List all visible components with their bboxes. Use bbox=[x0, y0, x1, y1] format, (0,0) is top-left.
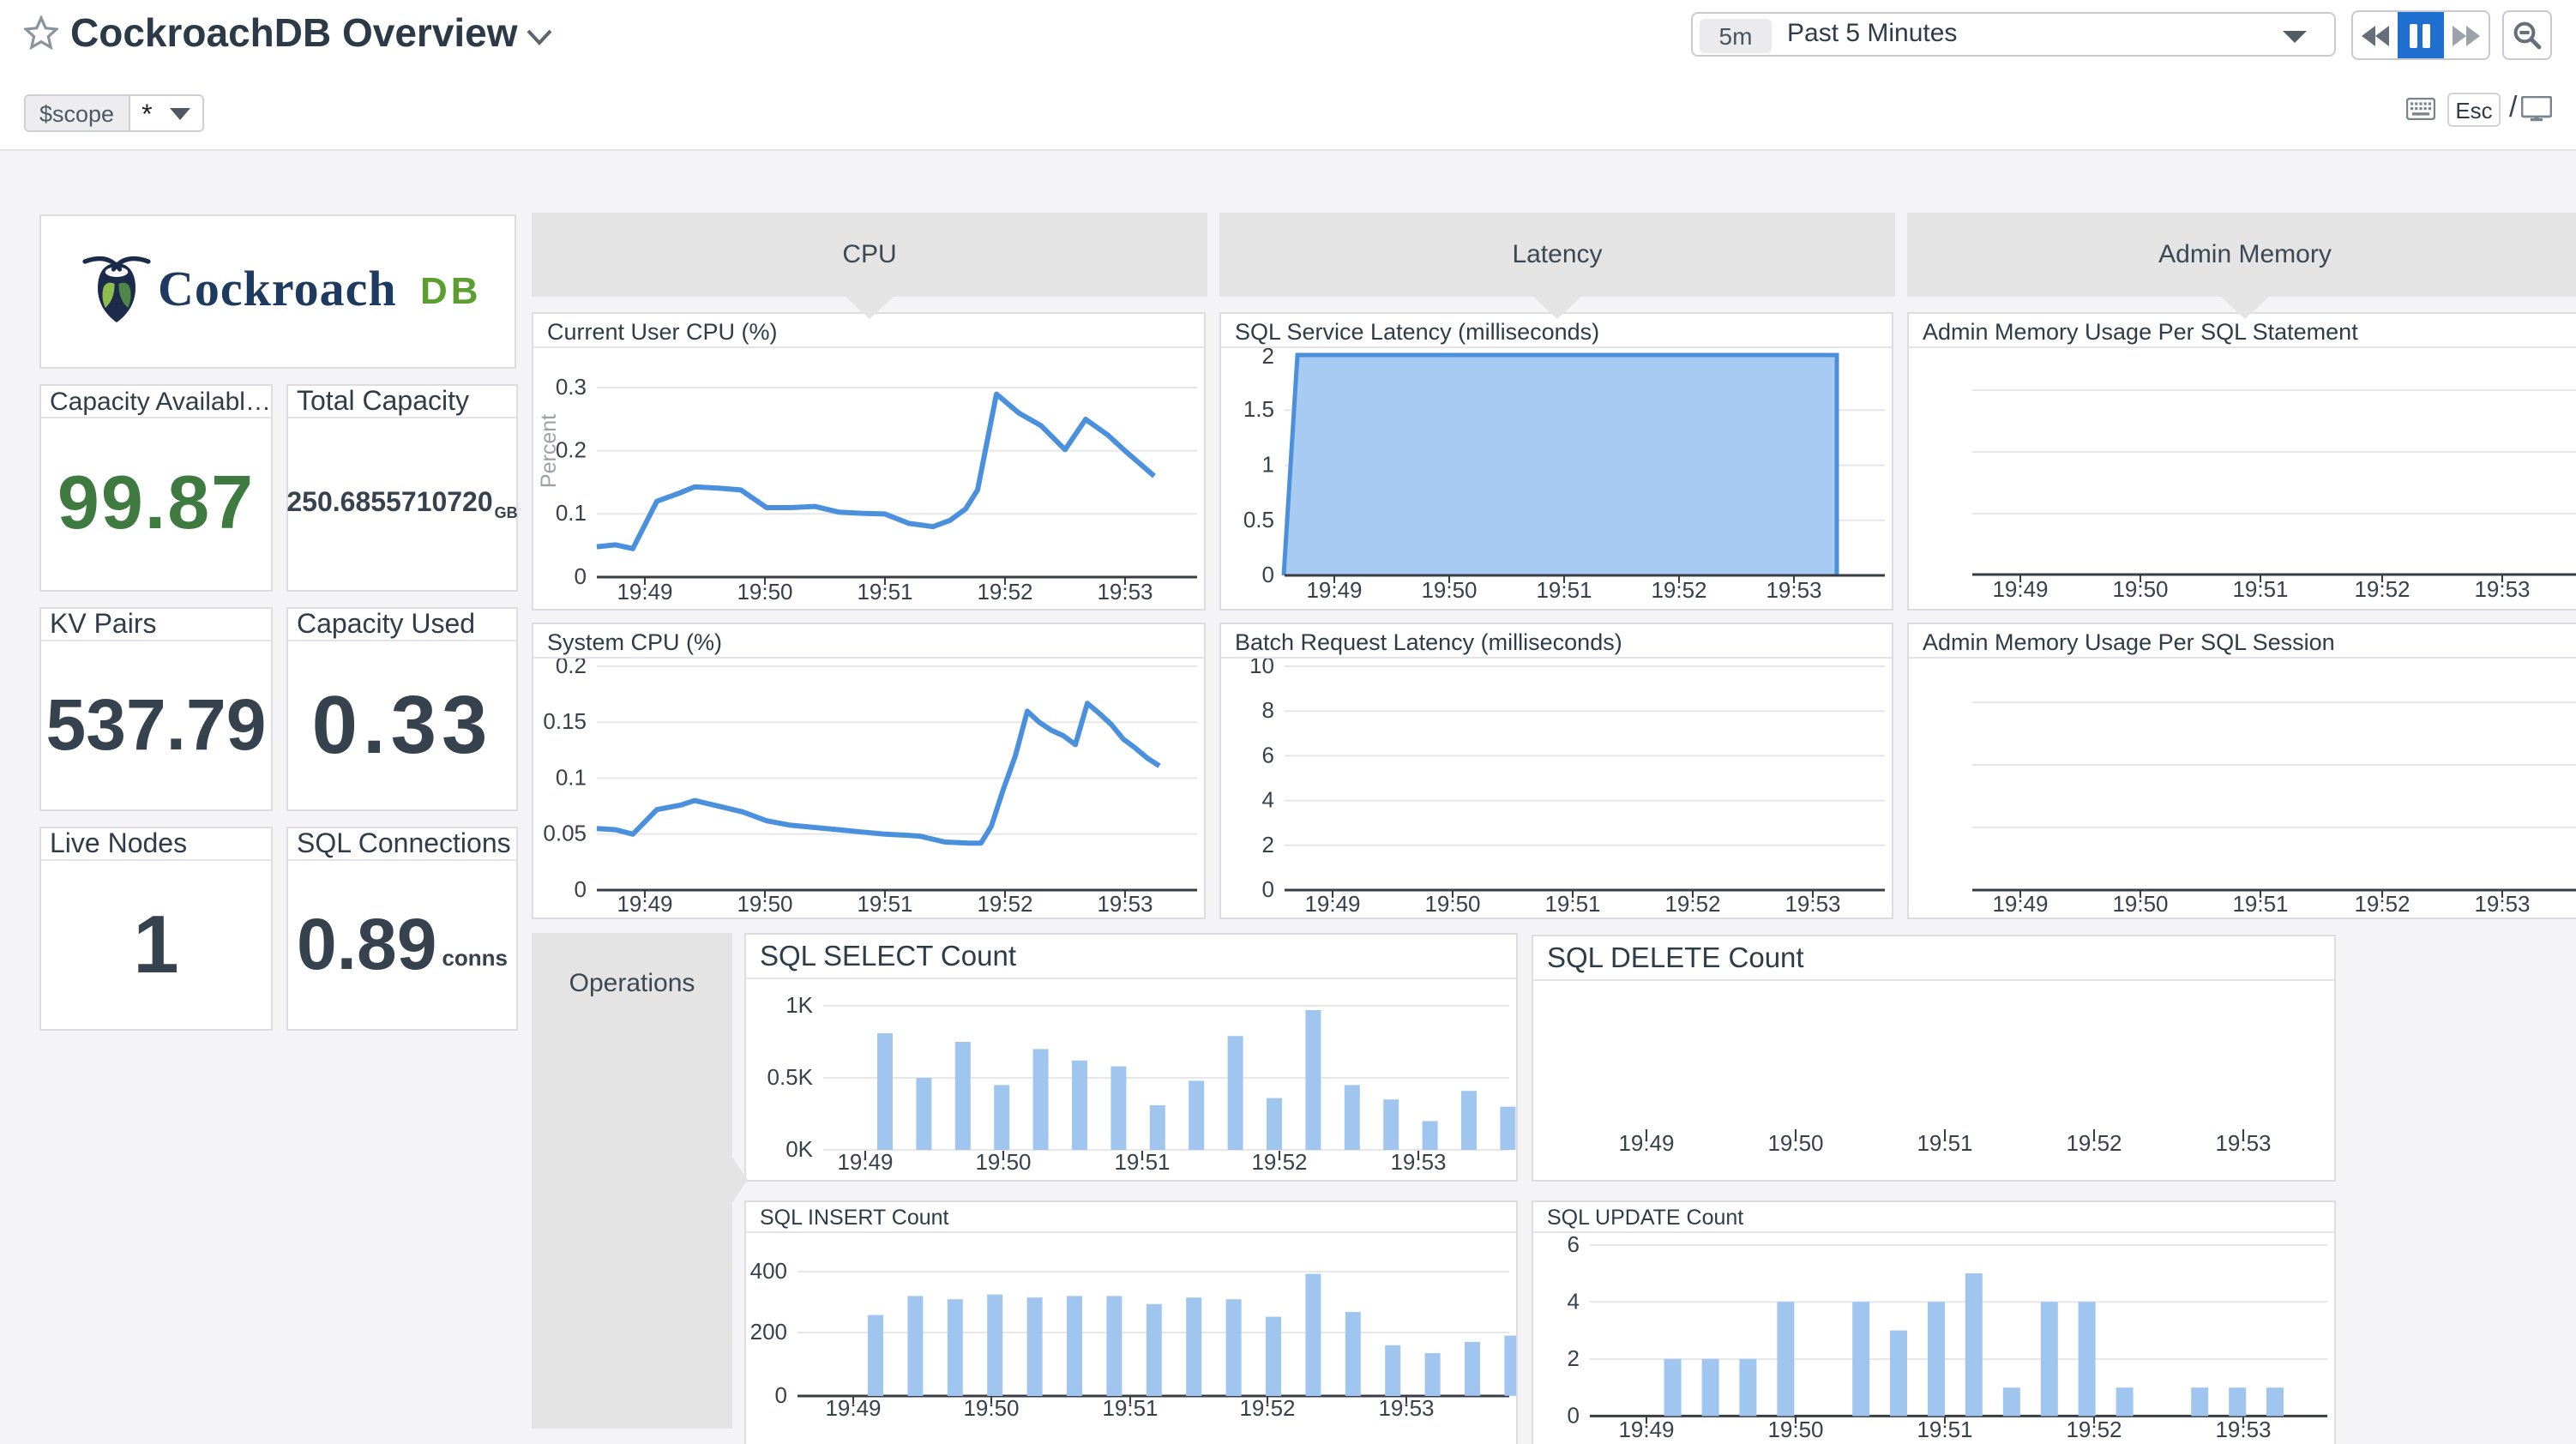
svg-text:19:53: 19:53 bbox=[1097, 891, 1153, 917]
svg-text:0: 0 bbox=[1262, 876, 1274, 902]
svg-text:19:52: 19:52 bbox=[1251, 1149, 1307, 1175]
svg-text:19:49: 19:49 bbox=[825, 1395, 881, 1421]
svg-text:19:52: 19:52 bbox=[2066, 1417, 2122, 1442]
svg-text:19:52: 19:52 bbox=[1664, 891, 1720, 917]
svg-text:0: 0 bbox=[575, 876, 587, 902]
svg-text:19:50: 19:50 bbox=[975, 1149, 1031, 1175]
svg-text:1K: 1K bbox=[785, 992, 813, 1018]
svg-text:19:49: 19:49 bbox=[1992, 576, 2048, 602]
svg-text:19:52: 19:52 bbox=[2354, 891, 2410, 917]
svg-text:19:53: 19:53 bbox=[1766, 577, 1821, 603]
svg-text:19:51: 19:51 bbox=[1544, 891, 1600, 917]
svg-text:19:51: 19:51 bbox=[1102, 1395, 1158, 1421]
svg-text:0.2: 0.2 bbox=[556, 437, 587, 463]
svg-text:19:49: 19:49 bbox=[1618, 1417, 1674, 1442]
svg-text:1: 1 bbox=[1262, 452, 1274, 478]
svg-text:19:49: 19:49 bbox=[617, 891, 672, 917]
svg-text:19:53: 19:53 bbox=[1097, 579, 1153, 605]
svg-text:2: 2 bbox=[1262, 832, 1274, 857]
svg-text:8: 8 bbox=[1262, 697, 1274, 723]
svg-text:6: 6 bbox=[1568, 1231, 1580, 1257]
svg-text:19:50: 19:50 bbox=[2112, 891, 2168, 917]
svg-text:19:51: 19:51 bbox=[1536, 577, 1592, 603]
svg-text:19:49: 19:49 bbox=[1992, 891, 2048, 917]
svg-text:19:51: 19:51 bbox=[2232, 576, 2288, 602]
svg-text:0: 0 bbox=[1568, 1402, 1580, 1428]
svg-text:19:53: 19:53 bbox=[2215, 1417, 2271, 1442]
svg-text:19:52: 19:52 bbox=[1651, 577, 1706, 603]
svg-text:19:52: 19:52 bbox=[977, 891, 1032, 917]
svg-text:19:52: 19:52 bbox=[2354, 576, 2410, 602]
svg-text:0.5: 0.5 bbox=[1243, 507, 1274, 532]
svg-text:0.1: 0.1 bbox=[556, 500, 587, 526]
svg-text:19:50: 19:50 bbox=[1421, 577, 1477, 603]
svg-text:19:53: 19:53 bbox=[1785, 891, 1840, 917]
svg-text:4: 4 bbox=[1568, 1288, 1580, 1314]
svg-text:0.05: 0.05 bbox=[543, 821, 587, 846]
svg-text:19:49: 19:49 bbox=[1306, 577, 1362, 603]
svg-text:400: 400 bbox=[750, 1258, 787, 1284]
svg-text:19:50: 19:50 bbox=[737, 579, 792, 605]
svg-text:19:50: 19:50 bbox=[1767, 1130, 1823, 1156]
svg-text:19:51: 19:51 bbox=[1917, 1417, 1972, 1442]
svg-text:19:53: 19:53 bbox=[1378, 1395, 1434, 1421]
svg-text:6: 6 bbox=[1262, 742, 1274, 767]
svg-text:19:51: 19:51 bbox=[1917, 1130, 1972, 1156]
svg-text:19:49: 19:49 bbox=[1304, 891, 1360, 917]
svg-text:200: 200 bbox=[750, 1319, 787, 1345]
svg-text:19:51: 19:51 bbox=[857, 891, 912, 917]
svg-text:19:49: 19:49 bbox=[617, 579, 672, 605]
svg-text:0.15: 0.15 bbox=[543, 708, 587, 734]
svg-text:19:49: 19:49 bbox=[1618, 1130, 1674, 1156]
svg-text:4: 4 bbox=[1262, 787, 1274, 813]
svg-text:19:52: 19:52 bbox=[1239, 1395, 1295, 1421]
svg-text:0: 0 bbox=[1262, 562, 1274, 587]
svg-text:19:51: 19:51 bbox=[857, 579, 912, 605]
svg-text:DB: DB bbox=[420, 270, 482, 312]
svg-text:0: 0 bbox=[775, 1382, 787, 1408]
svg-text:19:52: 19:52 bbox=[977, 579, 1032, 605]
svg-text:19:50: 19:50 bbox=[1424, 891, 1480, 917]
svg-text:0: 0 bbox=[575, 563, 587, 589]
svg-text:0K: 0K bbox=[785, 1136, 813, 1162]
svg-text:19:50: 19:50 bbox=[1767, 1417, 1823, 1442]
svg-text:19:51: 19:51 bbox=[2232, 891, 2288, 917]
svg-text:1.5: 1.5 bbox=[1243, 396, 1274, 422]
svg-text:0.3: 0.3 bbox=[556, 374, 587, 400]
svg-text:19:50: 19:50 bbox=[2112, 576, 2168, 602]
svg-text:19:50: 19:50 bbox=[963, 1395, 1019, 1421]
svg-text:Cockroach: Cockroach bbox=[158, 261, 397, 316]
svg-text:0.1: 0.1 bbox=[556, 764, 587, 790]
svg-text:19:49: 19:49 bbox=[837, 1149, 893, 1175]
svg-text:2: 2 bbox=[1568, 1345, 1580, 1371]
svg-text:19:53: 19:53 bbox=[2474, 576, 2530, 602]
svg-text:19:51: 19:51 bbox=[1114, 1149, 1170, 1175]
svg-text:19:50: 19:50 bbox=[737, 891, 792, 917]
svg-text:19:52: 19:52 bbox=[2066, 1130, 2122, 1156]
svg-text:19:53: 19:53 bbox=[2474, 891, 2530, 917]
svg-text:19:53: 19:53 bbox=[2215, 1130, 2271, 1156]
svg-text:19:53: 19:53 bbox=[1390, 1149, 1446, 1175]
svg-text:0.5K: 0.5K bbox=[767, 1064, 814, 1090]
